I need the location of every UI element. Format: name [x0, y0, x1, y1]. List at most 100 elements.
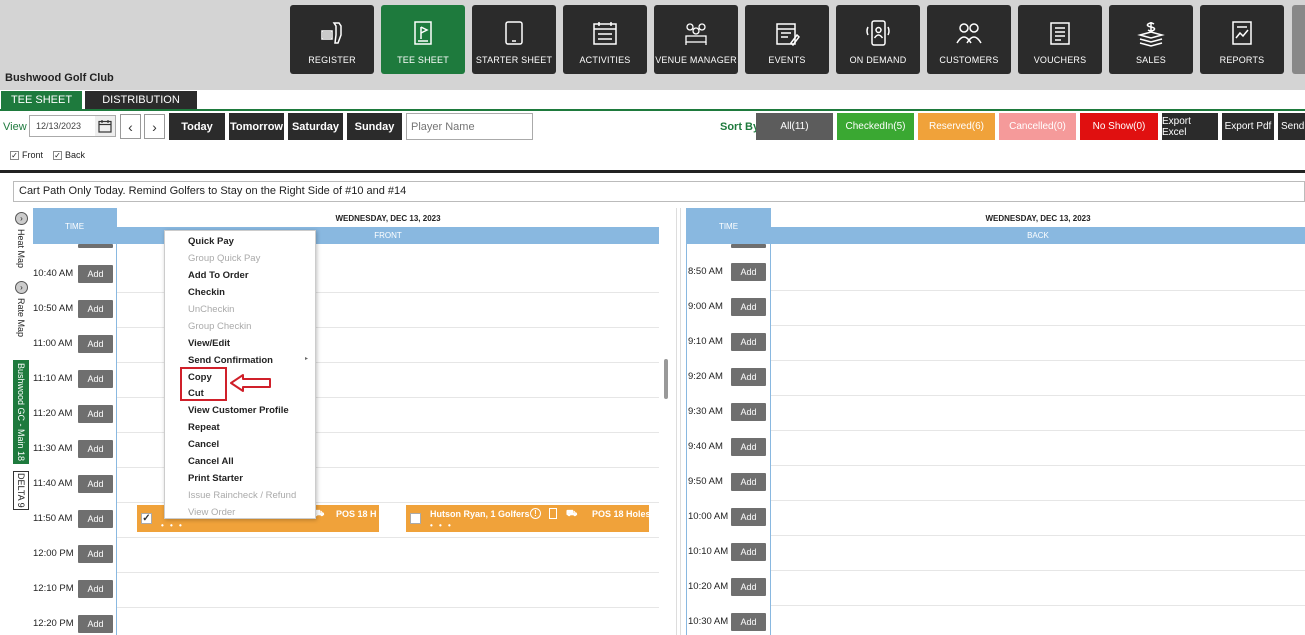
back-add-button[interactable]: Add: [731, 368, 766, 386]
notice-banner: Cart Path Only Today. Remind Golfers to …: [13, 181, 1305, 202]
next-day-button[interactable]: ›: [144, 114, 165, 139]
booking-more-dots[interactable]: • • •: [430, 521, 453, 530]
front-add-button[interactable]: Add: [78, 440, 113, 458]
back-time-label: 10:10 AM: [688, 546, 729, 557]
toolbar-divider: [0, 170, 1305, 173]
back-add-button[interactable]: Add: [731, 438, 766, 456]
front-time-label: 12:00 PM: [33, 548, 74, 559]
filter-reserved-button[interactable]: Reserved(6): [918, 113, 995, 140]
heat-map-toggle[interactable]: ›: [15, 212, 28, 225]
nav-overflow-button[interactable]: [1292, 5, 1305, 74]
club-name: Bushwood Golf Club: [5, 72, 114, 84]
front-time-label: 11:10 AM: [33, 373, 73, 384]
front-row-line: [117, 572, 659, 573]
back-add-button[interactable]: Add: [731, 263, 766, 281]
nav-starter-sheet-button[interactable]: STARTER SHEET: [472, 5, 556, 74]
back-add-button[interactable]: Add: [731, 543, 766, 561]
nav-sales-button[interactable]: SALES: [1109, 5, 1193, 74]
back-checkbox[interactable]: ✓ Back: [53, 150, 85, 160]
nav-reports-button[interactable]: REPORTS: [1200, 5, 1284, 74]
filter-cancelled-button[interactable]: Cancelled(0): [999, 113, 1076, 140]
front-add-button[interactable]: Add: [78, 475, 113, 493]
front-add-button[interactable]: Add: [78, 335, 113, 353]
back-add-button[interactable]: Add: [731, 403, 766, 421]
nav-venue-manager-button[interactable]: VENUE MANAGER: [654, 5, 738, 74]
menu-item-quick-pay[interactable]: Quick Pay: [188, 236, 234, 247]
saturday-button[interactable]: Saturday: [288, 113, 343, 140]
front-add-button[interactable]: Add: [78, 615, 113, 633]
calendar-picker-button[interactable]: [95, 116, 115, 136]
calendar-edit-icon: [776, 23, 800, 47]
front-checkbox[interactable]: ✓ Front: [10, 150, 43, 160]
venue-people-icon: [685, 23, 707, 45]
export-pdf-button[interactable]: Export Pdf: [1222, 113, 1274, 140]
nav-activities-button[interactable]: ACTIVITIES: [563, 5, 647, 74]
nav-register-button[interactable]: REGISTER: [290, 5, 374, 74]
menu-item-cancel[interactable]: Cancel: [188, 439, 219, 450]
export-excel-button[interactable]: Export Excel: [1162, 113, 1218, 140]
menu-item-checkin[interactable]: Checkin: [188, 287, 225, 298]
nav-activities-label: ACTIVITIES: [579, 55, 631, 65]
prev-day-button[interactable]: ‹: [120, 114, 141, 139]
panel-splitter[interactable]: [676, 208, 681, 635]
back-grid-left-border: [686, 208, 687, 635]
tab-distribution-engine[interactable]: DISTRIBUTION ENGINE: [85, 91, 197, 124]
filter-noshow-button[interactable]: No Show(0): [1080, 113, 1158, 140]
course-delta-tab[interactable]: DELTA 9: [13, 471, 29, 510]
filter-checkedin-button[interactable]: CheckedIn(5): [837, 113, 914, 140]
front-add-button[interactable]: Add: [78, 370, 113, 388]
menu-item-send-confirmation[interactable]: Send Confirmation: [188, 355, 273, 366]
back-add-button[interactable]: Add: [731, 333, 766, 351]
nav-on-demand-button[interactable]: ON DEMAND: [836, 5, 920, 74]
tab-underline: [0, 109, 1305, 111]
back-row-line: [771, 360, 1305, 361]
booking-checkbox[interactable]: [410, 513, 421, 524]
front-add-button[interactable]: Add: [78, 580, 113, 598]
front-row-line: [117, 607, 659, 608]
tomorrow-button[interactable]: Tomorrow: [229, 113, 284, 140]
player-name-input[interactable]: [406, 113, 533, 140]
front-add-button[interactable]: [78, 244, 113, 248]
back-add-button[interactable]: [731, 244, 766, 248]
back-add-button[interactable]: Add: [731, 613, 766, 631]
menu-item-repeat[interactable]: Repeat: [188, 422, 220, 433]
nav-events-label: EVENTS: [768, 55, 806, 65]
submenu-arrow-icon: ▸: [305, 356, 309, 362]
menu-item-cancel-all[interactable]: Cancel All: [188, 456, 234, 467]
back-time-label: 10:20 AM: [688, 581, 729, 592]
rate-map-toggle[interactable]: ›: [15, 281, 28, 294]
sunday-button[interactable]: Sunday: [347, 113, 402, 140]
menu-item-add-to-order[interactable]: Add To Order: [188, 270, 249, 281]
nav-vouchers-button[interactable]: VOUCHERS: [1018, 5, 1102, 74]
front-add-button[interactable]: Add: [78, 545, 113, 563]
front-add-button[interactable]: Add: [78, 405, 113, 423]
filter-all-button[interactable]: All(11): [756, 113, 833, 140]
back-add-button[interactable]: Add: [731, 508, 766, 526]
course-main-tab[interactable]: Bushwood GC - Main 18: [13, 360, 29, 464]
front-add-button[interactable]: Add: [78, 265, 113, 283]
back-add-button[interactable]: Add: [731, 578, 766, 596]
splitter-grip[interactable]: [664, 359, 668, 399]
heat-map-tab[interactable]: Heat Map: [13, 227, 29, 271]
back-add-button[interactable]: Add: [731, 473, 766, 491]
nav-customers-button[interactable]: CUSTOMERS: [927, 5, 1011, 74]
booking-more-dots[interactable]: • • •: [161, 521, 184, 530]
chevron-right-icon: ›: [152, 118, 157, 135]
nav-events-button[interactable]: EVENTS: [745, 5, 829, 74]
back-row-line: [771, 395, 1305, 396]
menu-item-view-edit[interactable]: View/Edit: [188, 338, 230, 349]
rate-map-tab[interactable]: Rate Map: [13, 296, 29, 340]
tab-tee-sheet[interactable]: TEE SHEET: [1, 91, 82, 109]
send-button[interactable]: Send: [1278, 113, 1305, 140]
back-time-header: TIME: [687, 208, 770, 244]
front-day-banner: WEDNESDAY, DEC 13, 2023: [335, 213, 441, 223]
nav-tee-sheet-button[interactable]: TEE SHEET: [381, 5, 465, 74]
menu-item-print-starter[interactable]: Print Starter: [188, 473, 243, 484]
back-add-button[interactable]: Add: [731, 298, 766, 316]
booking-card[interactable]: Hutson Ryan, 1 Golfers ! ⛟ POS 18 Holes …: [406, 505, 651, 532]
menu-item-view-customer-profile[interactable]: View Customer Profile: [188, 405, 289, 416]
today-button[interactable]: Today: [169, 113, 225, 140]
booking-checkbox[interactable]: ✓: [141, 513, 152, 524]
front-add-button[interactable]: Add: [78, 510, 113, 528]
front-add-button[interactable]: Add: [78, 300, 113, 318]
